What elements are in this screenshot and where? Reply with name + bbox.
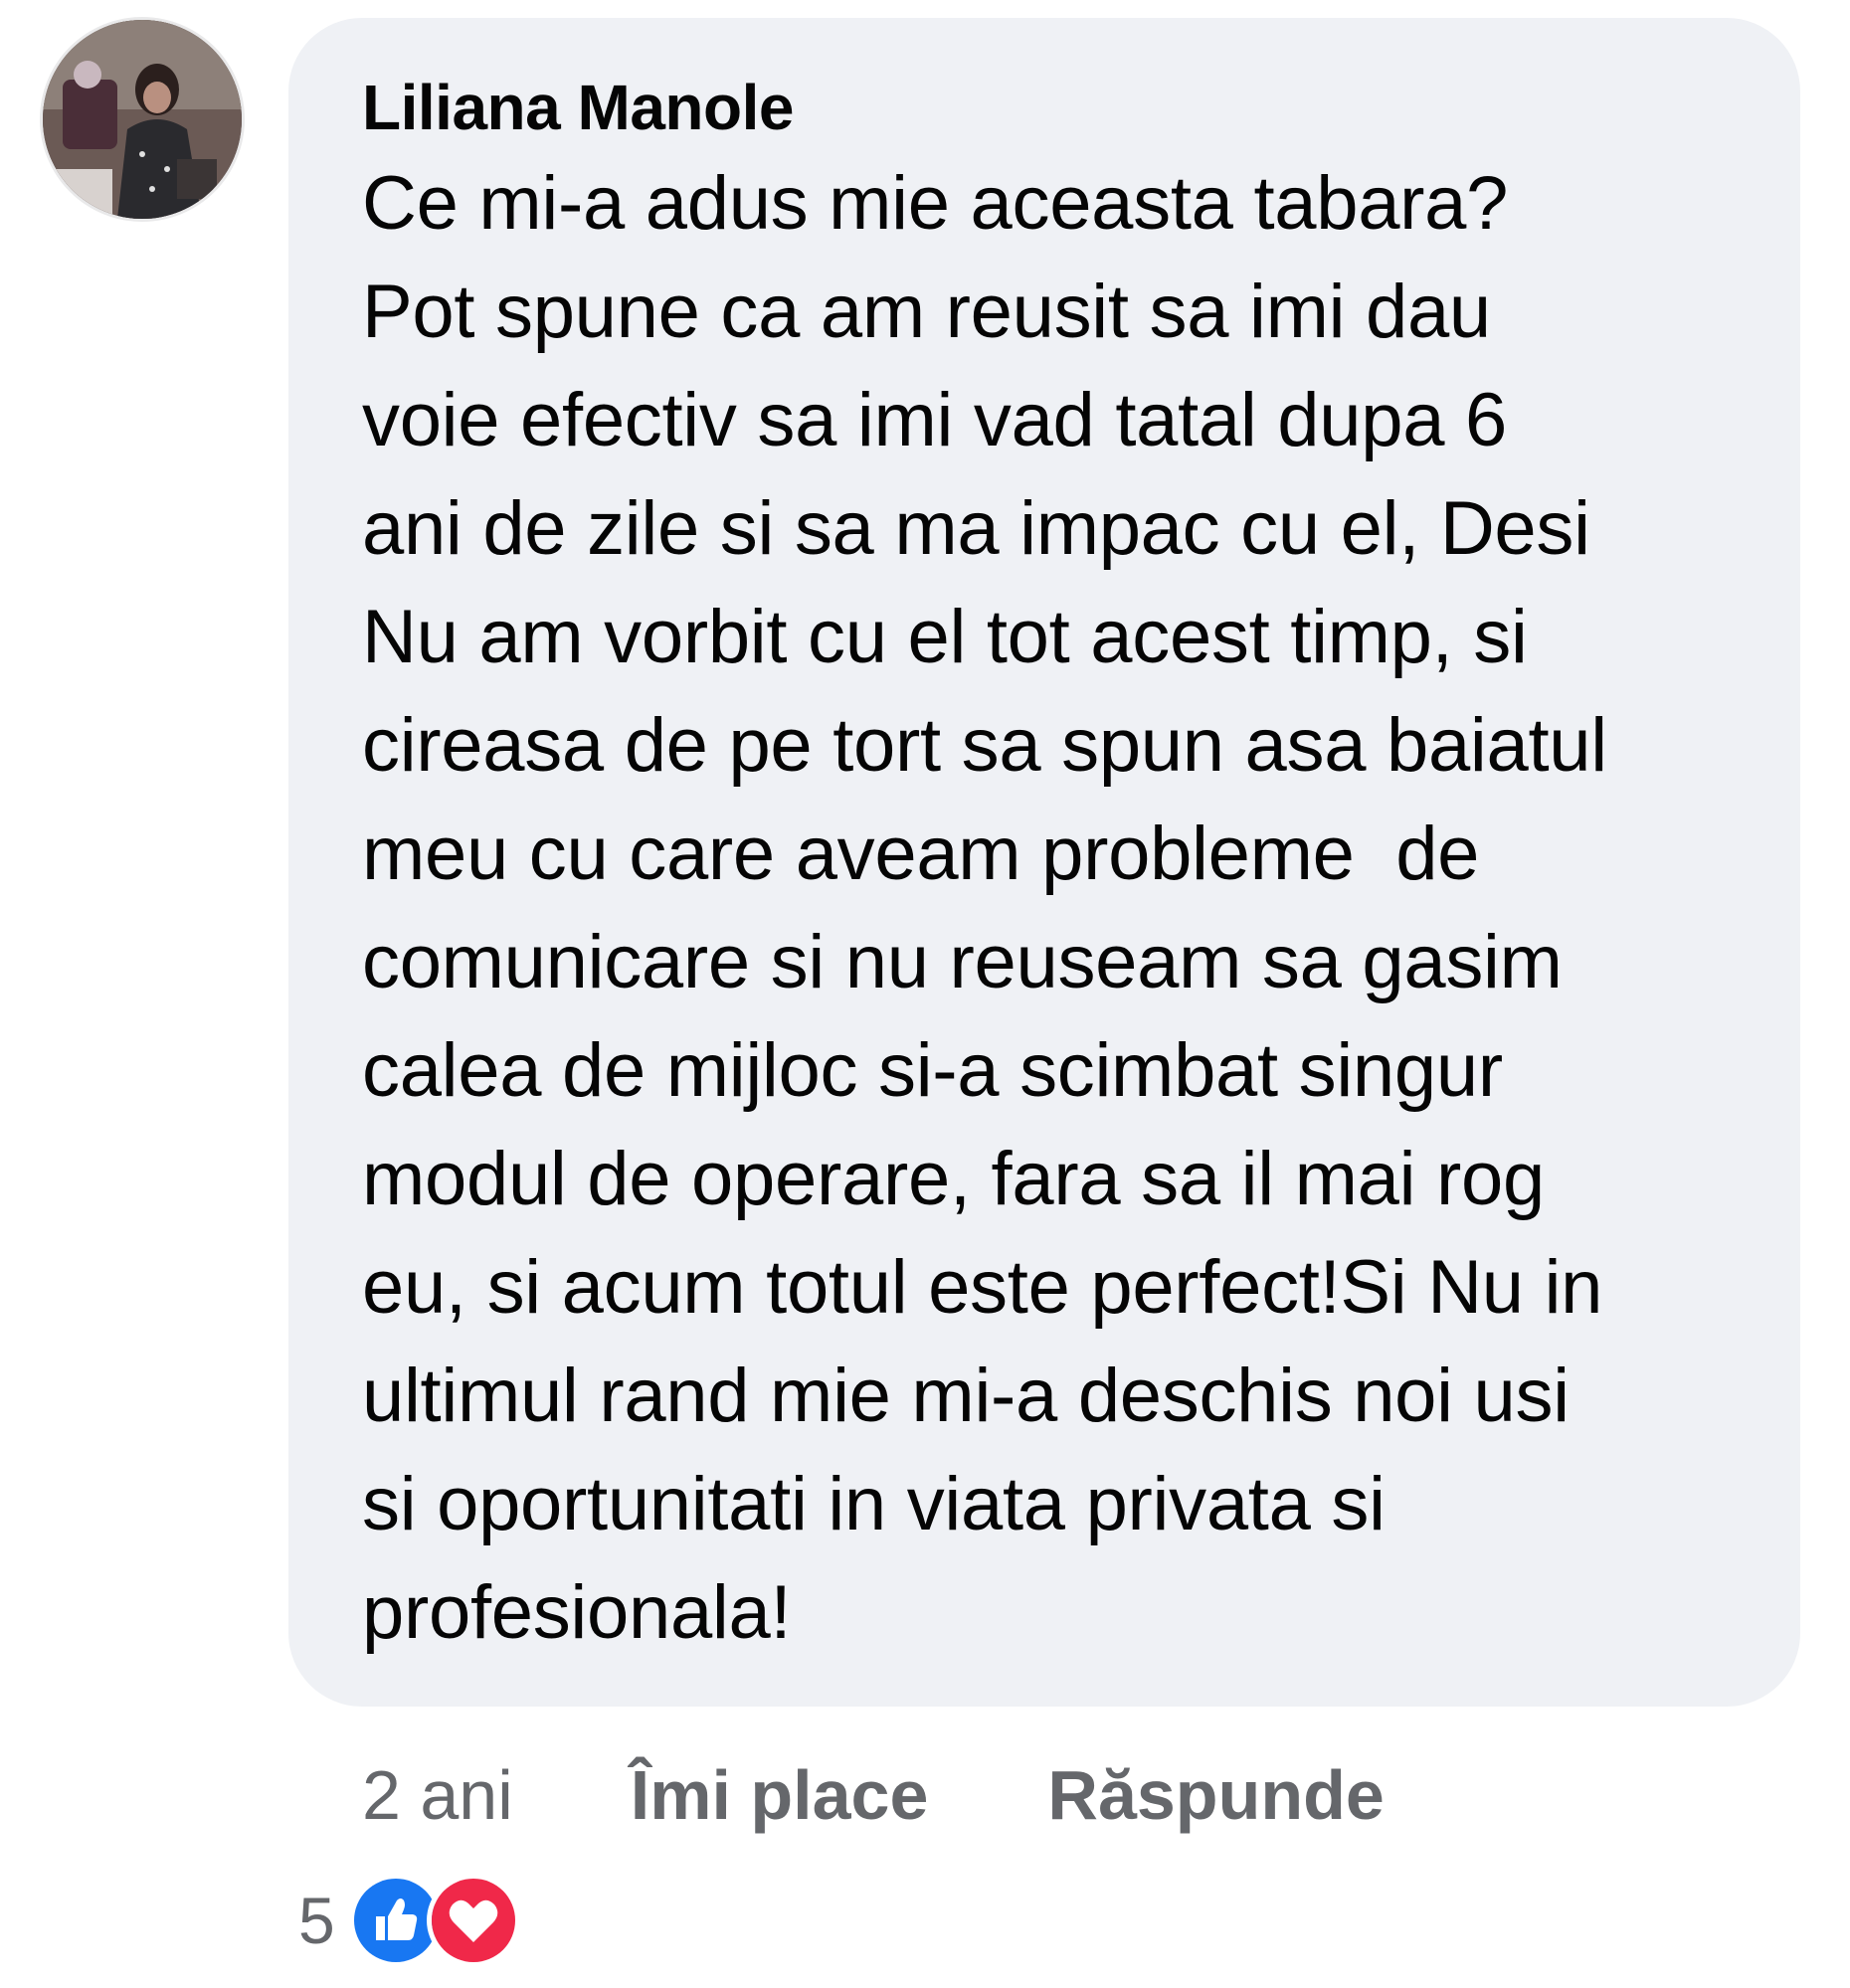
comment-actions: 2 ani Îmi place Răspunde	[362, 1750, 1385, 1840]
comment-text: Ce mi-a adus mie aceasta tabara? Pot spun…	[362, 149, 1731, 1667]
comment-text-line: Pot spune ca am reusit sa imi dau	[362, 270, 1491, 354]
comment-text-line: ultimul rand mie mi-a deschis noi usi	[362, 1354, 1570, 1438]
avatar[interactable]	[43, 20, 242, 219]
reaction-summary[interactable]: 5	[298, 1874, 520, 1967]
comment-text-line: modul de operare, fara sa il mai rog	[362, 1137, 1545, 1221]
comment-text-line: si oportunitati in viata privata si	[362, 1462, 1386, 1546]
avatar-photo	[43, 20, 242, 219]
love-icon	[426, 1874, 520, 1967]
comment-text-line: Nu am vorbit cu el tot acest timp, si	[362, 595, 1528, 679]
comment-text-line: ani de zile si sa ma impac cu el, Desi	[362, 486, 1590, 571]
comment-text-line: cireasa de pe tort sa spun asa baiatul	[362, 703, 1607, 788]
comment-text-line: Ce mi-a adus mie aceasta tabara?	[362, 161, 1509, 246]
comment-timestamp[interactable]: 2 ani	[362, 1755, 513, 1835]
reply-button[interactable]: Răspunde	[1047, 1755, 1384, 1835]
comment-text-line: eu, si acum totul este perfect!Si Nu in	[362, 1245, 1603, 1330]
reaction-count: 5	[298, 1884, 335, 1957]
comment-text-line: comunicare si nu reuseam sa gasim	[362, 920, 1563, 1004]
like-button[interactable]: Îmi place	[631, 1755, 929, 1835]
comment-text-line: voie efectiv sa imi vad tatal dupa 6	[362, 378, 1507, 462]
comment-text-line: calea de mijloc si-a scimbat singur	[362, 1028, 1503, 1113]
comment-author[interactable]: Liliana Manole	[362, 68, 1731, 147]
comment-bubble: Liliana Manole Ce mi-a adus mie aceasta …	[288, 18, 1800, 1707]
comment-text-line: meu cu care aveam probleme de	[362, 812, 1480, 896]
comment-text-line: profesionala!	[362, 1570, 792, 1655]
